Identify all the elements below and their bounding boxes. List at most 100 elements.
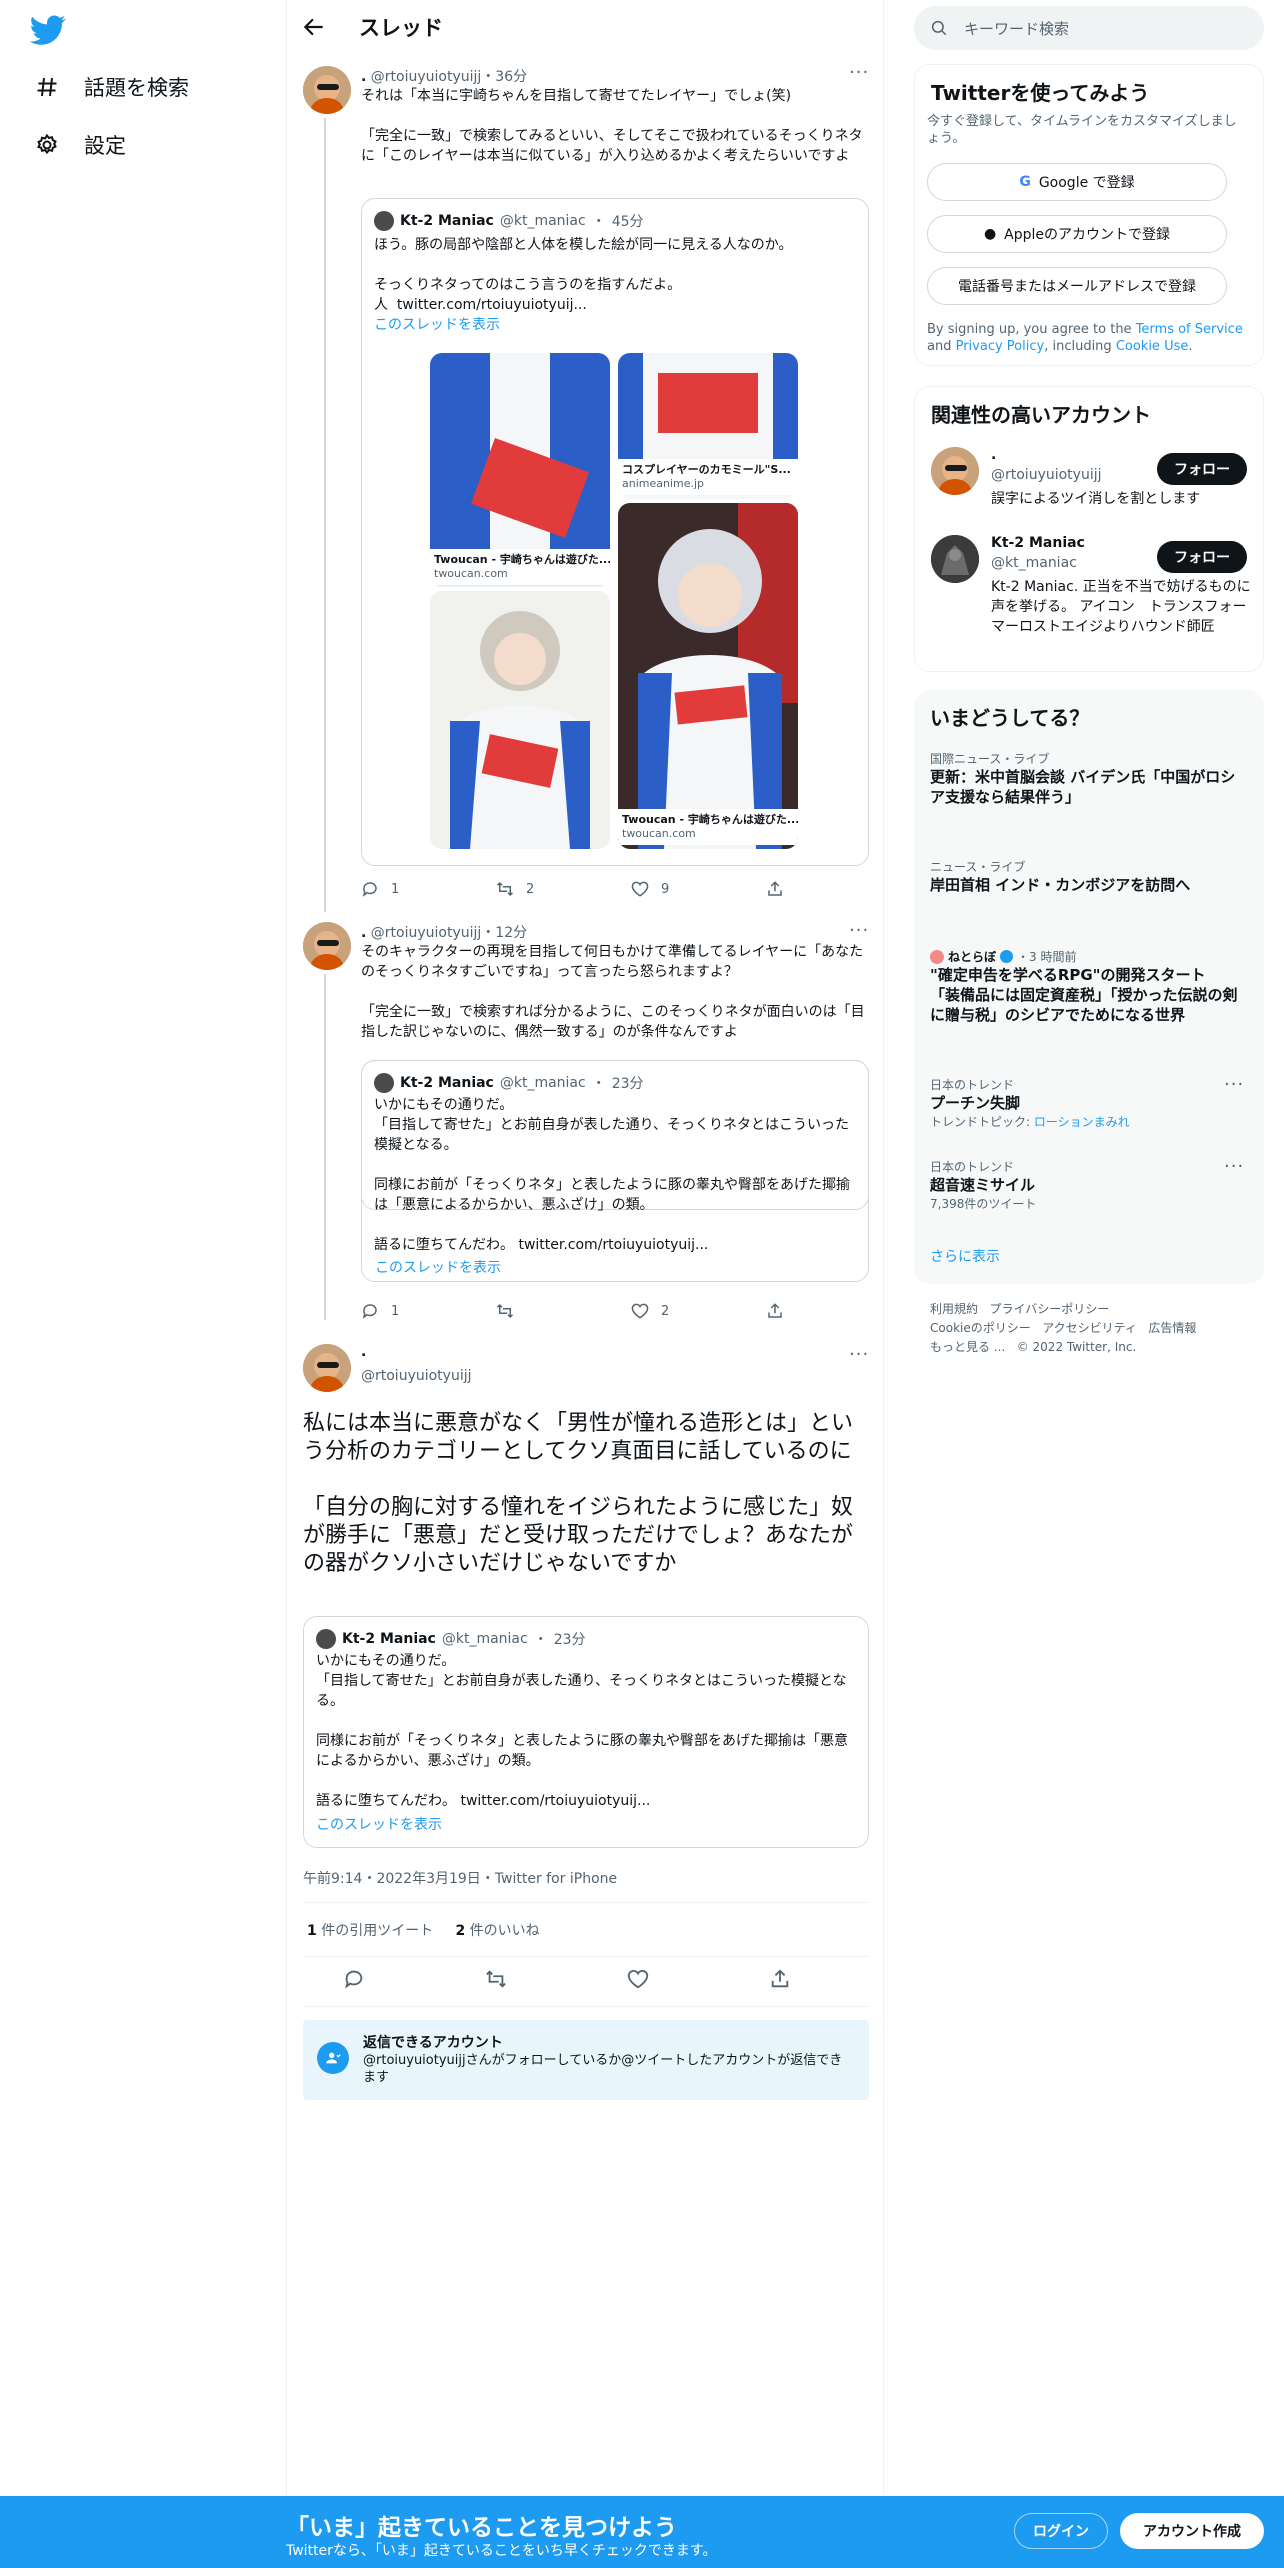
tweet-text: それは「本当に宇崎ちゃんを目指して寄せてたレイヤー」でしょ(笑) 「完全に一致」…	[361, 88, 863, 164]
like-button[interactable]: 9	[631, 880, 766, 898]
footer-link[interactable]: もっと見る ...	[930, 1340, 1005, 1354]
reply-notice-text: @rtoiuyuiotyuijjさんがフォローしているか@ツイートしたアカウント…	[363, 2053, 843, 2085]
media-caption: Twoucan - 宇崎ちゃんは遊びた... twoucan.com	[618, 809, 798, 845]
left-nav: 話題を検索 設定	[0, 0, 286, 2568]
retweet-button[interactable]	[496, 1302, 631, 1320]
footer-link[interactable]: 利用規約	[930, 1302, 978, 1316]
trend-item[interactable]: ニュース・ライブ 岸田首相 インド・カンボジアを訪問へ	[930, 858, 1240, 895]
share-button[interactable]	[766, 1302, 901, 1320]
trend-more-icon[interactable]: ···	[1224, 1156, 1246, 1178]
quote-count-label[interactable]: 件の引用ツイート	[321, 1923, 433, 1939]
avatar[interactable]	[303, 922, 351, 970]
footer-link[interactable]: Cookieのポリシー	[930, 1321, 1031, 1335]
twitter-logo-icon[interactable]	[30, 12, 66, 48]
author-name[interactable]: .	[361, 69, 366, 85]
media-image-2[interactable]	[430, 591, 610, 849]
apple-signup-button[interactable]: ● Appleのアカウントで登録	[927, 215, 1227, 253]
footer-link[interactable]: アクセシビリティ	[1042, 1321, 1137, 1335]
cookie-link[interactable]: Cookie Use	[1116, 339, 1189, 354]
phone-signup-button[interactable]: 電話番号またはメールアドレスで登録	[927, 267, 1227, 305]
author-handle[interactable]: @rtoiuyuiotyuijj	[361, 1368, 472, 1384]
tweet-actions: 1 2 9	[361, 880, 901, 898]
avatar[interactable]	[303, 66, 351, 114]
tweet-time[interactable]: 36分	[495, 69, 527, 85]
trend-more-icon[interactable]: ···	[1224, 1074, 1246, 1096]
share-icon	[768, 1303, 782, 1318]
reply-button[interactable]: 1	[361, 1302, 496, 1320]
terms-link[interactable]: Terms of Service	[1136, 322, 1243, 337]
more-options-icon[interactable]: ···	[849, 62, 871, 84]
quote-author-handle: @kt_maniac	[499, 1075, 586, 1091]
author-handle[interactable]: @rtoiuyuiotyuijj	[371, 69, 482, 85]
media-image-3[interactable]: コスプレイヤーのカモミール"S... animeanime.jp	[618, 353, 798, 499]
author-name[interactable]: .	[361, 1344, 366, 1360]
quoted-tweet[interactable]: Kt-2 Maniac @kt_maniac ・ 45分 ほう。豚の局部や陰部と人体を…	[361, 198, 869, 866]
quote-text: ほう。豚の局部や陰部と人体を模した絵が同一に見える人なのか。 そっくりネタっての…	[374, 237, 793, 313]
account-bio: 誤字によるツイ消しを割とします	[991, 491, 1201, 507]
footer-link[interactable]: 広告情報	[1148, 1321, 1196, 1335]
follow-button[interactable]: フォロー	[1157, 541, 1247, 573]
account-handle[interactable]: @rtoiuyuiotyuijj	[991, 467, 1102, 483]
media-image-1[interactable]: Twoucan - 宇崎ちゃんは遊びた... twoucan.com	[430, 353, 610, 587]
divider	[303, 2006, 869, 2007]
author-name[interactable]: .	[361, 925, 366, 941]
account-name[interactable]: Kt-2 Maniac	[991, 535, 1085, 551]
show-thread-link[interactable]: このスレッドを表示	[316, 1815, 442, 1835]
search-box[interactable]: キーワード検索	[914, 6, 1264, 50]
more-options-icon[interactable]: ···	[849, 920, 871, 942]
nav-settings[interactable]: 設定	[34, 130, 126, 160]
google-signup-button[interactable]: G Google で登録	[927, 163, 1227, 201]
trend-item[interactable]: 日本のトレンド 超音速ミサイル 7,398件のツイート	[930, 1158, 1240, 1212]
account-name[interactable]: .	[991, 447, 996, 463]
show-thread-link[interactable]: このスレッドを表示	[375, 1258, 501, 1278]
privacy-link[interactable]: Privacy Policy	[956, 339, 1045, 354]
quote-author-name: Kt-2 Maniac	[400, 1075, 494, 1091]
retweet-button[interactable]	[485, 1968, 627, 1990]
nav-explore[interactable]: 話題を検索	[34, 72, 189, 102]
thread-tweet-2[interactable]: . @rtoiuyuiotyuijj・12分 ··· そのキャラクターの再現を目…	[287, 920, 885, 1320]
bottom-bar-title: 「いま」起きていることを見つけよう	[286, 2515, 677, 2541]
login-button[interactable]: ログイン	[1014, 2513, 1108, 2549]
trend-item[interactable]: 日本のトレンド プーチン失脚 トレンドトピック: ローションまみれ	[930, 1076, 1240, 1130]
main-tweet-actions	[343, 1968, 911, 1990]
like-button[interactable]: 2	[631, 1302, 766, 1320]
avatar[interactable]	[303, 1344, 351, 1392]
trend-item[interactable]: ねとらぼ ・3 時間前 "確定申告を学べるRPG"の開発スタート 「装備品には固定…	[930, 948, 1240, 1025]
thread-tweet-1[interactable]: . @rtoiuyuiotyuijj・36分 ··· それは「本当に宇崎ちゃんを…	[287, 62, 885, 912]
share-button[interactable]	[766, 880, 901, 898]
footer-link[interactable]: プライバシーポリシー	[989, 1302, 1109, 1316]
follow-button[interactable]: フォロー	[1157, 453, 1247, 485]
author-handle[interactable]: @rtoiuyuiotyuijj	[371, 925, 482, 941]
show-more-link[interactable]: さらに表示	[930, 1246, 1240, 1266]
verified-badge-icon	[1000, 950, 1014, 963]
avatar[interactable]	[931, 535, 979, 583]
signup-button[interactable]: アカウント作成	[1120, 2513, 1264, 2549]
footer-links: 利用規約 プライバシーポリシー Cookieのポリシー アクセシビリティ 広告情…	[930, 1300, 1250, 1357]
more-options-icon[interactable]: ···	[849, 1344, 871, 1366]
signup-title: Twitterを使ってみよう	[931, 81, 1150, 105]
tweet-timestamp[interactable]: 午前9:14・2022年3月19日・Twitter for iPhone	[303, 1868, 617, 1888]
like-count-label[interactable]: 件のいいね	[470, 1923, 540, 1939]
avatar[interactable]	[931, 447, 979, 495]
search-input[interactable]: キーワード検索	[964, 18, 1069, 39]
reply-button[interactable]: 1	[361, 880, 496, 898]
quote-author-handle: @kt_maniac	[441, 1631, 528, 1647]
account-handle[interactable]: @kt_maniac	[991, 555, 1077, 571]
media-image-4[interactable]: Twoucan - 宇崎ちゃんは遊びた... twoucan.com	[618, 503, 798, 849]
tweet-time[interactable]: 12分	[495, 925, 527, 941]
share-button[interactable]	[769, 1968, 911, 1990]
trend-item[interactable]: 国際ニュース・ライブ 更新：米中首脳会談 バイデン氏「中国がロシア支援なら結果伴…	[930, 750, 1240, 807]
quote-count[interactable]: 1	[307, 1923, 317, 1939]
back-arrow-icon[interactable]	[301, 14, 327, 40]
reply-button[interactable]	[343, 1968, 485, 1990]
like-button[interactable]	[627, 1968, 769, 1990]
quoted-tweet[interactable]: Kt-2 Maniac @kt_maniac ・ 23分 いかにもその通りだ。 「目指…	[303, 1616, 869, 1848]
retweet-button[interactable]: 2	[496, 880, 631, 898]
quoted-tweet[interactable]: Kt-2 Maniac @kt_maniac ・ 23分 いかにもその通りだ。 「目指…	[361, 1060, 869, 1253]
like-count[interactable]: 2	[455, 1923, 465, 1939]
show-thread-link[interactable]: このスレッドを表示	[374, 315, 500, 335]
signup-subtitle: 今すぐ登録して、タイムラインをカスタマイズしましょう。	[927, 114, 1237, 146]
nav-settings-label: 設定	[84, 134, 126, 158]
thread-line	[324, 118, 326, 912]
publisher-logo-icon	[930, 949, 944, 964]
